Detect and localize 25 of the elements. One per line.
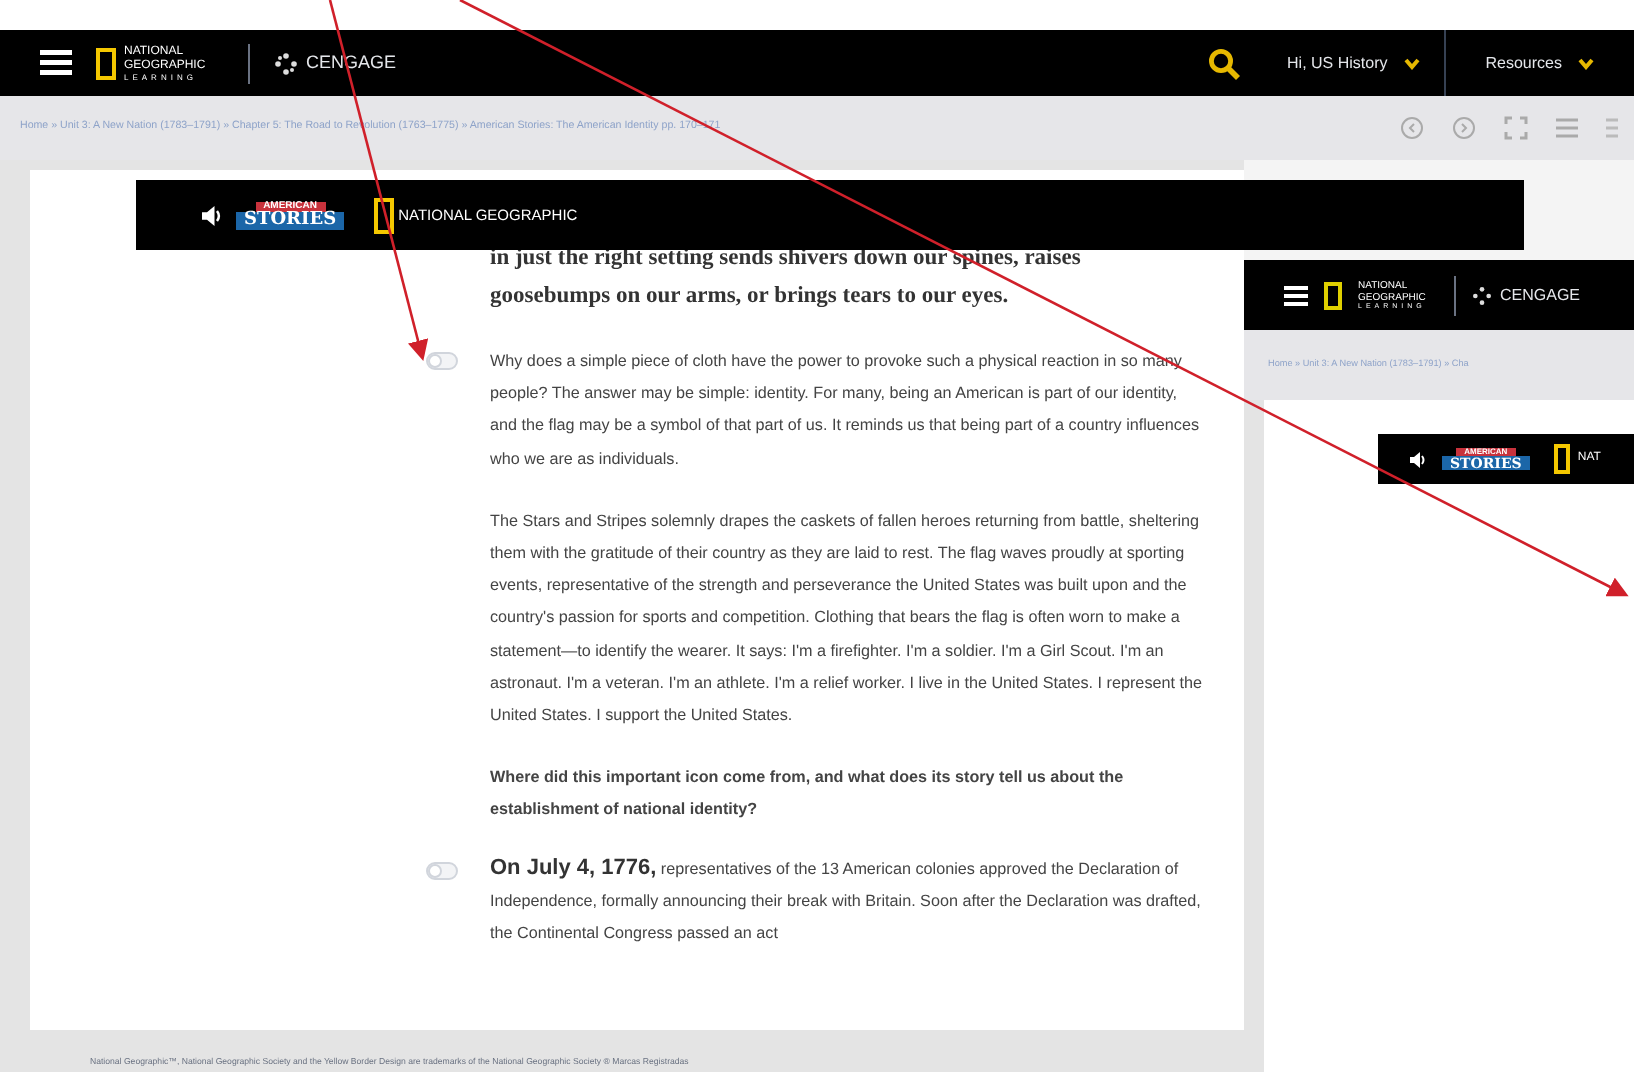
- speaker-icon: [202, 205, 222, 225]
- menu-icon: [1284, 285, 1308, 305]
- resources-menu[interactable]: Resources: [1469, 30, 1594, 96]
- chevron-down-icon: [1403, 57, 1420, 69]
- publisher-name: CENGAGE: [1500, 283, 1581, 307]
- body-paragraph: The Stars and Stripes solemnly drapes the caskets of fallen heroes returning from battle, sheltering them with the gratitude of their country as they are laid to rest. The flag waves proudly at sporting events, representative of the strength and perseverance the United States was built upon and the country's passion for sports and competition. Clothing that bears the flag is often worn to make a statement—to identify the wearer. It says: I'm a firefighter. I'm a soldier. I'm a Girl Scout. I'm an astronaut. I'm a veteran. I'm an athlete. I'm a relief worker. I live in the United States. I represent the United States. I support the United States.: [490, 509, 1204, 729]
- menu-icon[interactable]: [40, 50, 72, 76]
- list-icon[interactable]: [1606, 116, 1618, 140]
- previous-icon[interactable]: [1400, 116, 1424, 140]
- logo-frame-icon: [96, 47, 116, 79]
- question-text: Where did this important icon come from, and what does its story tell us about the establishment of national identity?: [490, 766, 1126, 823]
- search-icon[interactable]: [1207, 47, 1240, 79]
- list-icon[interactable]: [1556, 116, 1578, 140]
- logo-frame-icon: [1553, 444, 1570, 474]
- note-toggle[interactable]: [426, 861, 458, 880]
- logo-frame-icon: [374, 197, 395, 233]
- speaker-icon: [1410, 451, 1426, 467]
- body-paragraph: On July 4, 1776, representatives of the 13 American colonies approved the Declaration of Independence, formally announcing their break with Britain. Soon after the Declaration was drafted, the Continental Congress passed an act: [490, 853, 1203, 947]
- logo-frame-icon: [1324, 281, 1342, 309]
- recycle-logo-icon: [1472, 285, 1492, 305]
- next-icon[interactable]: [1452, 116, 1476, 140]
- chevron-down-icon: [1578, 57, 1594, 69]
- recycle-logo-icon: [274, 51, 298, 75]
- fullscreen-icon[interactable]: [1504, 116, 1528, 140]
- note-toggle[interactable]: [426, 352, 458, 370]
